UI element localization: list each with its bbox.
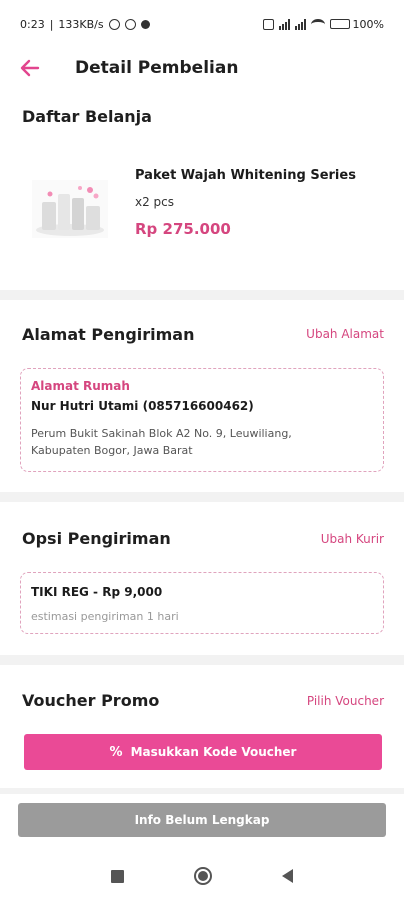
app-header: Detail Pembelian — [0, 48, 404, 92]
battery-icon — [329, 19, 350, 29]
product-image[interactable] — [32, 180, 108, 238]
recent-apps-icon[interactable] — [111, 869, 124, 883]
percent-icon: % — [109, 744, 123, 760]
address-card[interactable]: Alamat Rumah Nur Hutri Utami (0857166004… — [20, 368, 384, 472]
enter-voucher-label: Masukkan Kode Voucher — [130, 745, 297, 759]
status-speed: 133KB/s — [58, 17, 104, 31]
pick-voucher-link[interactable]: Pilih Voucher — [307, 694, 384, 708]
status-left: 0:23 | 133KB/s — [20, 18, 150, 31]
status-divider: | — [49, 17, 54, 31]
delivery-estimate: estimasi pengiriman 1 hari — [31, 610, 179, 623]
whatsapp-icon — [124, 18, 136, 30]
section-divider — [0, 655, 404, 665]
section-divider — [0, 492, 404, 502]
address-line-1: Perum Bukit Sakinah Blok A2 No. 9, Leuwi… — [31, 427, 292, 440]
product-name: Paket Wajah Whitening Series — [135, 168, 356, 183]
status-bar: 0:23 | 133KB/s 100% — [0, 0, 404, 48]
shipping-section-title: Opsi Pengiriman — [22, 529, 171, 548]
system-nav-bar — [0, 852, 404, 900]
page-title: Detail Pembelian — [75, 58, 239, 78]
status-right: 100% — [262, 17, 384, 31]
arrow-left-icon[interactable] — [18, 56, 42, 80]
battery-level: 100% — [352, 17, 384, 31]
submit-button[interactable]: Info Belum Lengkap — [18, 803, 386, 837]
battery-indicator: 100% — [329, 17, 384, 31]
signal-icon — [278, 18, 290, 30]
cart-section-title: Daftar Belanja — [22, 107, 152, 126]
recipient-name: Nur Hutri Utami (085716600462) — [31, 399, 254, 413]
product-price: Rp 275.000 — [135, 220, 231, 238]
status-time: 0:23 — [20, 17, 45, 31]
section-divider — [0, 290, 404, 300]
home-icon[interactable] — [194, 867, 212, 885]
settings-icon — [140, 19, 150, 29]
courier-card[interactable]: TIKI REG - Rp 9,000 estimasi pengiriman … — [20, 572, 384, 634]
alarm-icon — [108, 18, 120, 30]
section-divider — [0, 788, 404, 794]
address-text: Perum Bukit Sakinah Blok A2 No. 9, Leuwi… — [31, 425, 371, 459]
back-icon[interactable] — [282, 869, 293, 883]
address-line-2: Kabupaten Bogor, Jawa Barat — [31, 444, 193, 457]
change-address-link[interactable]: Ubah Alamat — [306, 327, 384, 341]
signal-icon-2 — [294, 18, 306, 30]
change-courier-link[interactable]: Ubah Kurir — [321, 532, 384, 546]
nfc-icon — [262, 18, 274, 30]
address-label: Alamat Rumah — [31, 379, 130, 393]
courier-name: TIKI REG - Rp 9,000 — [31, 585, 163, 599]
address-section-title: Alamat Pengiriman — [22, 325, 195, 344]
enter-voucher-button[interactable]: % Masukkan Kode Voucher — [24, 734, 382, 770]
submit-label: Info Belum Lengkap — [134, 813, 270, 827]
product-quantity: x2 pcs — [135, 195, 175, 209]
voucher-section-title: Voucher Promo — [22, 691, 160, 710]
wifi-icon — [310, 18, 325, 30]
